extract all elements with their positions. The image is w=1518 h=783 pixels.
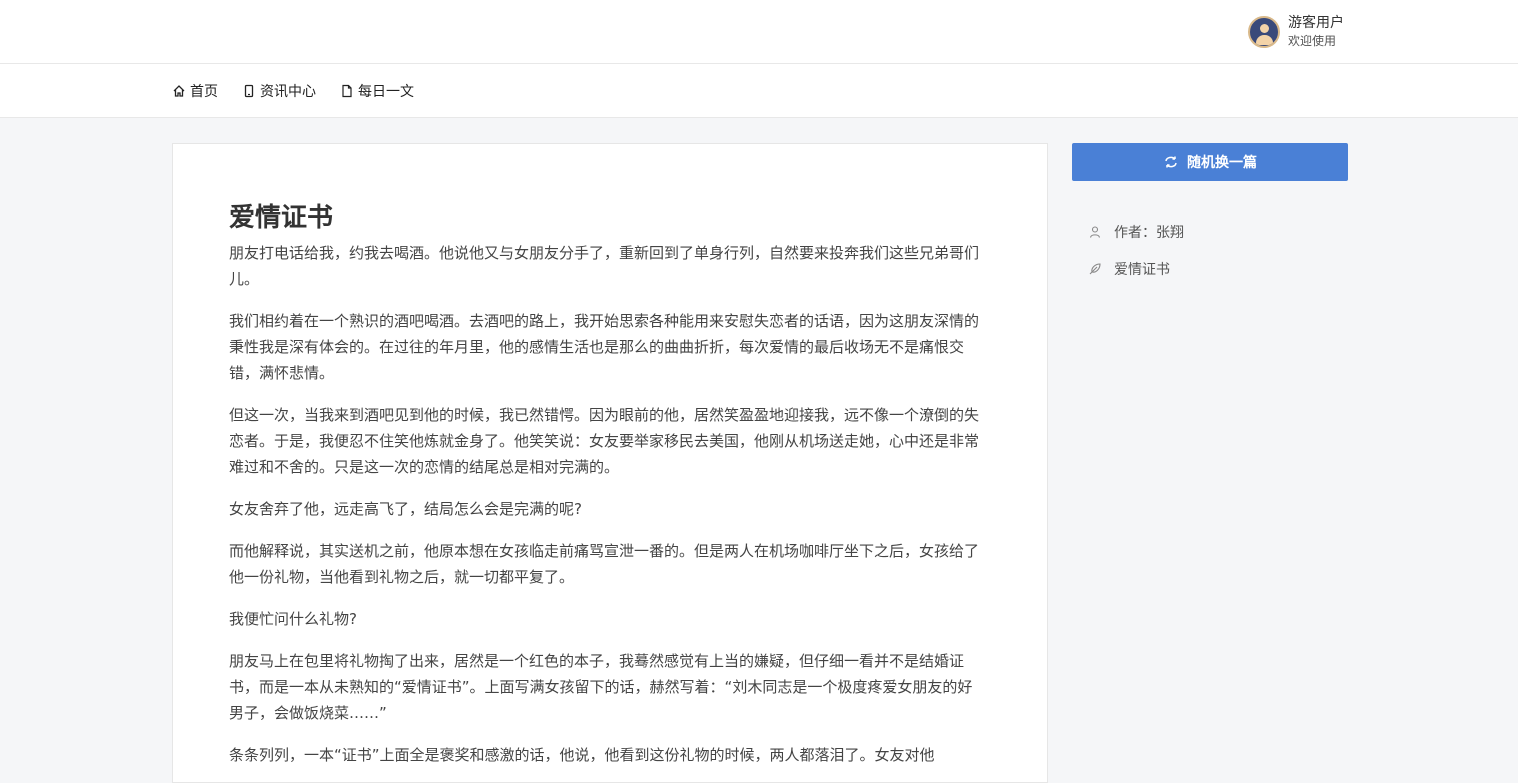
article-name-row: 爱情证书 — [1088, 250, 1348, 287]
article-card: 爱情证书 朋友打电话给我，约我去喝酒。他说他又与女朋友分手了，重新回到了单身行列… — [172, 143, 1048, 783]
author-text: 作者：张翔 — [1114, 224, 1184, 241]
article-paragraph: 女友舍弃了他，远走高飞了，结局怎么会是完满的呢? — [229, 500, 582, 518]
article-paragraph: 我便忙问什么礼物? — [229, 610, 357, 628]
user-name: 游客用户 — [1288, 15, 1344, 31]
author-row: 作者：张翔 — [1088, 213, 1348, 250]
user-icon — [1089, 225, 1101, 238]
nav-item-label: 资讯中心 — [260, 84, 316, 100]
article-paragraph: 但这一次，当我来到酒吧见到他的时候，我已然错愕。因为眼前的他，居然笑盈盈地迎接我… — [229, 406, 980, 476]
feather-icon — [1089, 262, 1101, 274]
article-paragraph: 而他解释说，其实送机之前，他原本想在女孩临走前痛骂宣泄一番的。但是两人在机场咖啡… — [229, 542, 980, 586]
nav-item-news[interactable]: 资讯中心 — [242, 81, 316, 101]
user-menu[interactable]: 游客用户 欢迎使用 — [1248, 14, 1344, 50]
main-nav: 首页 资讯中心 每日一文 — [0, 64, 1518, 118]
user-welcome: 欢迎使用 — [1288, 34, 1337, 48]
article-paragraph: 我们相约着在一个熟识的酒吧喝酒。去酒吧的路上，我开始思索各种能用来安慰失恋者的话… — [229, 312, 980, 382]
article-title: 爱情证书 — [229, 203, 334, 233]
refresh-icon — [1165, 156, 1177, 168]
nav-item-daily[interactable]: 每日一文 — [340, 81, 414, 101]
home-icon — [173, 85, 185, 97]
top-bar: 游客用户 欢迎使用 — [0, 0, 1518, 64]
nav-item-label: 首页 — [190, 84, 218, 100]
article-paragraph: 朋友打电话给我，约我去喝酒。他说他又与女朋友分手了，重新回到了单身行列，自然要来… — [229, 244, 980, 288]
random-article-button[interactable]: 随机换一篇 — [1072, 143, 1348, 181]
mobile-icon — [244, 84, 254, 98]
article-name-text: 爱情证书 — [1114, 261, 1170, 278]
article-paragraph: 朋友马上在包里将礼物掏了出来，居然是一个红色的本子，我蓦然感觉有上当的嫌疑，但仔… — [229, 652, 973, 722]
avatar[interactable] — [1248, 16, 1280, 48]
nav-item-label: 每日一文 — [358, 84, 414, 100]
file-icon — [342, 84, 352, 98]
random-article-label: 随机换一篇 — [1187, 155, 1257, 171]
article-paragraph: 条条列列，一本“证书”上面全是褒奖和感激的话，他说，他看到这份礼物的时候，两人都… — [229, 746, 935, 764]
nav-item-home[interactable]: 首页 — [172, 81, 218, 101]
sidebar: 随机换一篇 作者：张翔 爱情证书 — [1072, 143, 1348, 287]
